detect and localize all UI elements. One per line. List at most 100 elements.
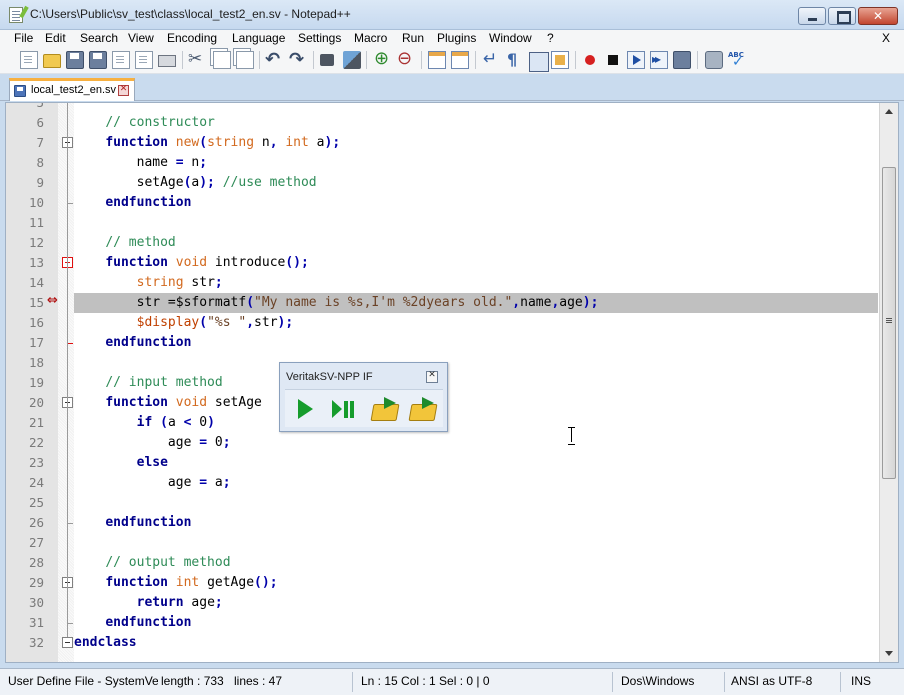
code-editor[interactable]: 56 // constructor 7 function new(string n… (5, 102, 899, 663)
run-macro-multiple-icon[interactable] (650, 51, 668, 69)
code-text[interactable] (74, 213, 878, 233)
code-text[interactable] (74, 353, 878, 373)
record-macro-icon[interactable] (581, 51, 599, 69)
code-text[interactable]: function int getAge(); (74, 573, 878, 593)
redo-icon[interactable] (289, 49, 307, 70)
tab-local-test2-en[interactable]: local_test2_en.sv (9, 78, 135, 101)
code-text[interactable] (74, 493, 878, 513)
open-folder-icon[interactable] (369, 393, 401, 425)
cut-icon[interactable] (188, 49, 206, 69)
code-text[interactable] (74, 103, 878, 113)
close-window-button[interactable] (858, 7, 898, 25)
menu-help[interactable]: ? (547, 31, 554, 45)
code-text[interactable]: // constructor (74, 113, 878, 133)
indent-guide-icon[interactable] (529, 52, 549, 72)
scroll-up-arrow-icon[interactable] (885, 109, 893, 114)
code-text[interactable]: endfunction (74, 193, 878, 213)
user-language-icon[interactable] (551, 51, 569, 69)
save-icon[interactable] (66, 51, 84, 69)
code-text[interactable]: age = 0; (74, 433, 878, 453)
menu-file[interactable]: File (14, 31, 33, 45)
zoom-out-icon[interactable] (397, 48, 415, 69)
sync-horizontal-icon[interactable] (451, 51, 469, 69)
code-text[interactable]: function void introduce(); (74, 253, 878, 273)
code-text[interactable]: name = n; (74, 153, 878, 173)
close-document-x-button[interactable]: X (882, 31, 890, 45)
code-line[interactable]: 28 // output method (6, 553, 878, 573)
code-line[interactable]: 14 string str; (6, 273, 878, 293)
code-text[interactable]: endclass (74, 633, 878, 653)
save-all-icon[interactable] (89, 51, 107, 69)
close-all-icon[interactable] (135, 51, 153, 69)
code-line[interactable]: 15 str =$sformatf("My name is %s,I'm %2d… (6, 293, 878, 313)
tab-close-icon[interactable] (118, 84, 129, 96)
scroll-down-arrow-icon[interactable] (885, 651, 893, 656)
code-text[interactable]: str =$sformatf("My name is %s,I'm %2dyea… (74, 293, 878, 313)
code-text[interactable]: string str; (74, 273, 878, 293)
print-icon[interactable] (158, 55, 176, 67)
zoom-in-icon[interactable] (374, 48, 392, 69)
code-text[interactable]: endfunction (74, 513, 878, 533)
show-all-characters-icon[interactable] (504, 50, 522, 69)
code-line[interactable]: 6 // constructor (6, 113, 878, 133)
code-line[interactable]: 7 function new(string n, int a); (6, 133, 878, 153)
menu-settings[interactable]: Settings (298, 31, 341, 45)
code-text[interactable]: // output method (74, 553, 878, 573)
plugin-toolbar-icon[interactable] (705, 51, 723, 69)
undo-icon[interactable] (265, 49, 283, 70)
menu-search[interactable]: Search (80, 31, 118, 45)
menu-edit[interactable]: Edit (45, 31, 66, 45)
save-macro-icon[interactable] (673, 51, 691, 69)
code-line[interactable]: 27 (6, 533, 878, 553)
menu-macro[interactable]: Macro (354, 31, 387, 45)
sync-vertical-icon[interactable] (428, 51, 446, 69)
run-step-icon[interactable] (329, 393, 361, 425)
code-line[interactable]: 26 endfunction (6, 513, 878, 533)
menu-run[interactable]: Run (402, 31, 424, 45)
code-text[interactable]: setAge(a); //use method (74, 173, 878, 193)
notepadpp-app-icon[interactable] (9, 7, 23, 23)
paste-icon[interactable] (236, 51, 254, 69)
code-line[interactable]: 17 endfunction (6, 333, 878, 353)
code-line[interactable]: 5 (6, 103, 878, 113)
replace-icon[interactable] (343, 51, 361, 69)
open-file-icon[interactable] (43, 54, 61, 68)
code-line[interactable]: 32 endclass (6, 633, 878, 653)
code-line[interactable]: 24 age = a; (6, 473, 878, 493)
code-text[interactable]: age = a; (74, 473, 878, 493)
new-file-icon[interactable] (20, 51, 38, 69)
menu-window[interactable]: Window (489, 31, 532, 45)
code-text[interactable]: function void setAge (74, 393, 878, 413)
code-text[interactable]: else (74, 453, 878, 473)
menu-language[interactable]: Language (232, 31, 285, 45)
code-text[interactable] (74, 533, 878, 553)
maximize-button[interactable] (828, 7, 856, 25)
code-text[interactable]: // method (74, 233, 878, 253)
scroll-thumb[interactable] (882, 167, 896, 479)
find-icon[interactable] (320, 54, 334, 66)
menu-encoding[interactable]: Encoding (167, 31, 217, 45)
code-line[interactable]: 31 endfunction (6, 613, 878, 633)
open-folder-run-icon[interactable] (407, 393, 439, 425)
code-line[interactable]: 23 else (6, 453, 878, 473)
code-text[interactable]: if (a < 0) (74, 413, 878, 433)
menu-view[interactable]: View (128, 31, 154, 45)
vertical-scrollbar[interactable] (879, 103, 898, 662)
playback-macro-icon[interactable] (627, 51, 645, 69)
menu-plugins[interactable]: Plugins (437, 31, 476, 45)
code-text[interactable]: endfunction (74, 613, 878, 633)
code-line[interactable]: 10 endfunction (6, 193, 878, 213)
fold-toggle-icon[interactable] (62, 637, 73, 648)
word-wrap-icon[interactable] (482, 49, 500, 69)
code-line[interactable]: 25 (6, 493, 878, 513)
copy-icon[interactable] (213, 51, 231, 69)
code-line[interactable]: 8 name = n; (6, 153, 878, 173)
code-line[interactable]: 16 $display("%s ",str); (6, 313, 878, 333)
code-line[interactable]: 30 return age; (6, 593, 878, 613)
stop-recording-icon[interactable] (604, 51, 622, 69)
code-text[interactable]: return age; (74, 593, 878, 613)
code-text[interactable]: // input method (74, 373, 878, 393)
minimize-button[interactable] (798, 7, 826, 25)
code-line[interactable]: 13 function void introduce(); (6, 253, 878, 273)
code-text[interactable]: endfunction (74, 333, 878, 353)
